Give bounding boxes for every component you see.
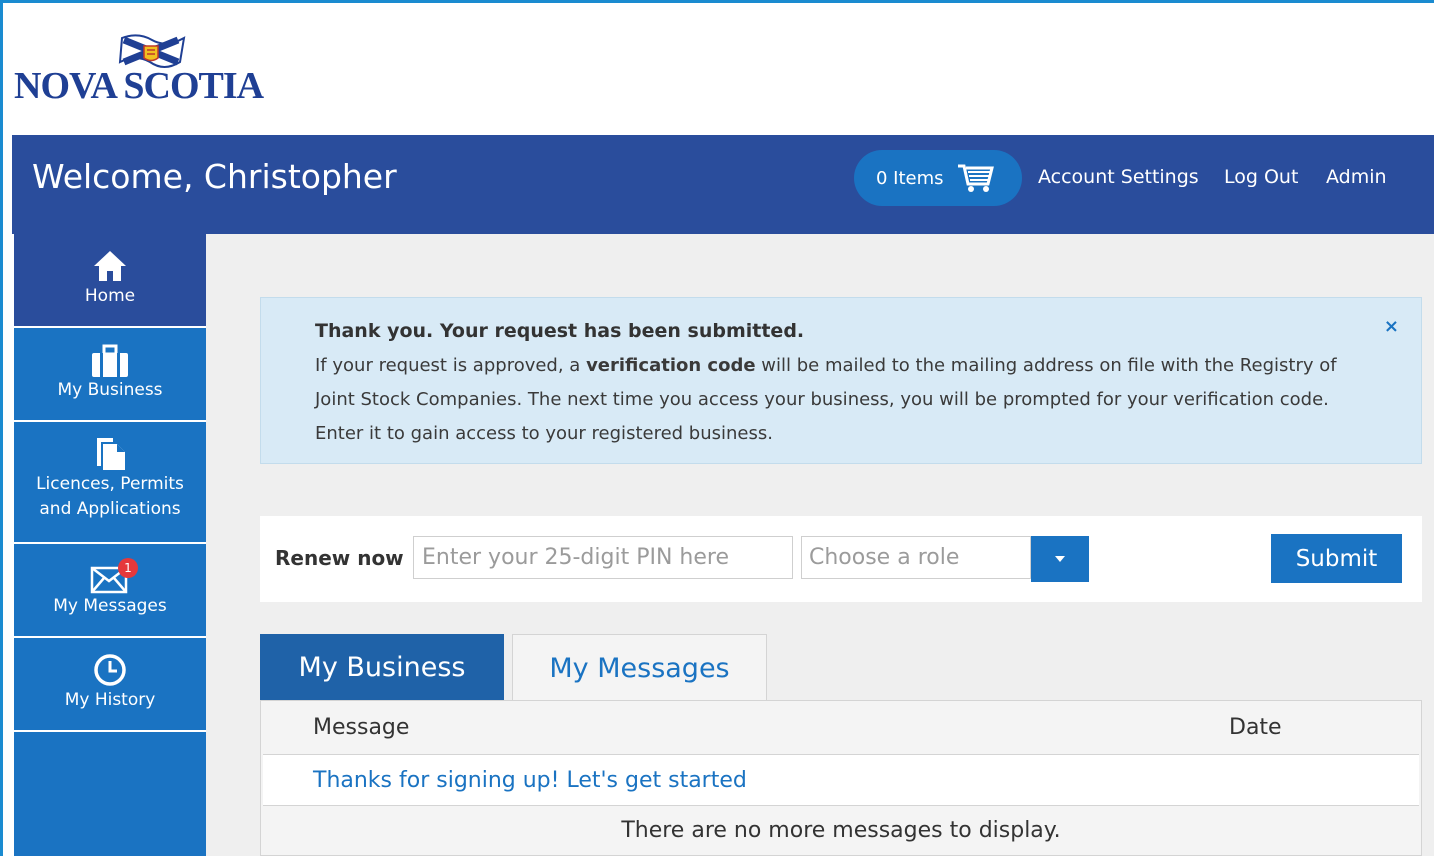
tab-my-messages[interactable]: My Messages [512, 634, 767, 702]
top-header-bar: Welcome, Christopher 0 Items Account Set… [12, 135, 1434, 234]
success-alert: Thank you. Your request has been submitt… [260, 297, 1422, 464]
log-out-link[interactable]: Log Out [1224, 166, 1298, 188]
alert-body-bold: verification code [586, 355, 756, 376]
pin-input[interactable] [413, 536, 793, 579]
account-settings-link[interactable]: Account Settings [1038, 166, 1199, 188]
column-header-message: Message [313, 715, 410, 740]
sidebar-item-label: My History [64, 690, 156, 710]
alert-body: If your request is approved, a verificat… [315, 355, 1337, 444]
submit-button[interactable]: Submit [1271, 534, 1402, 583]
welcome-message: Welcome, Christopher [32, 157, 397, 196]
sidebar-item-label: Home [84, 286, 136, 306]
column-header-date: Date [1229, 715, 1282, 740]
sidebar-nav: Home My Business Licences, Permits and A… [14, 234, 206, 856]
table-row[interactable]: Thanks for signing up! Let's get started [263, 754, 1419, 806]
clock-icon [94, 654, 126, 686]
messages-table: Message Date Thanks for signing up! Let'… [260, 700, 1422, 856]
role-dropdown-button[interactable] [1031, 536, 1089, 582]
renew-label: Renew now [275, 546, 404, 570]
chevron-down-icon [1055, 556, 1065, 562]
cart-button[interactable]: 0 Items [854, 150, 1022, 206]
home-icon [94, 251, 126, 281]
sidebar-item-label-line1: Licences, Permits [36, 474, 184, 494]
sidebar-item-label-line2: and Applications [39, 499, 181, 519]
sidebar-item-home[interactable]: Home [14, 234, 206, 328]
alert-title: Thank you. Your request has been submitt… [315, 320, 805, 342]
cart-count-label: 0 Items [876, 167, 944, 189]
sidebar-item-my-business[interactable]: My Business [14, 328, 206, 422]
sidebar-item-label: My Messages [53, 596, 167, 616]
document-icon [97, 438, 125, 470]
brand-name: NOVA SCOTIA [14, 65, 264, 107]
sidebar-item-label: My Business [57, 380, 163, 400]
tab-my-business[interactable]: My Business [260, 634, 504, 700]
briefcase-icon [92, 344, 128, 377]
close-icon[interactable]: × [1384, 316, 1399, 337]
shopping-cart-icon [957, 164, 994, 192]
empty-state-text: There are no more messages to display. [621, 818, 1061, 843]
renew-panel: Renew now Choose a role Submit [260, 516, 1422, 602]
sidebar-item-my-messages[interactable]: 1 My Messages [14, 544, 206, 638]
message-link[interactable]: Thanks for signing up! Let's get started [313, 768, 747, 793]
message-badge: 1 [118, 558, 138, 578]
role-select[interactable]: Choose a role [801, 536, 1031, 579]
nova-scotia-logo[interactable]: NOVA SCOTIA [14, 30, 264, 110]
sidebar-item-my-history[interactable]: My History [14, 638, 206, 732]
sidebar-item-licences[interactable]: Licences, Permits and Applications [14, 422, 206, 544]
admin-link[interactable]: Admin [1326, 166, 1387, 188]
